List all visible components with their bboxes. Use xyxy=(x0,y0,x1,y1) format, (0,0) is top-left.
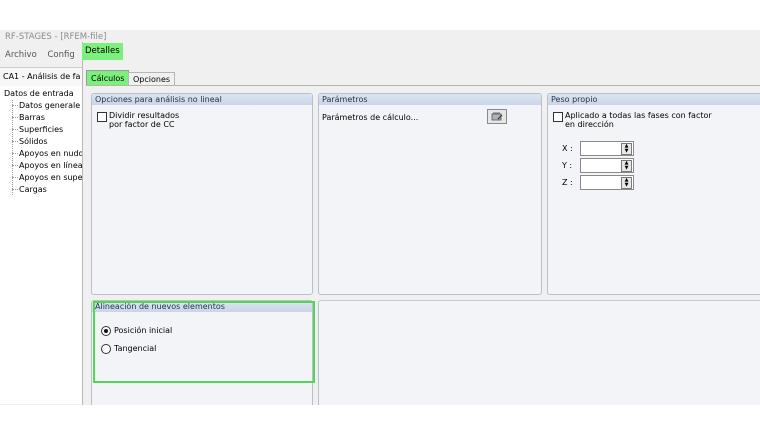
tab-opciones[interactable]: Opciones xyxy=(128,72,176,86)
menu-archivo[interactable]: Archivo xyxy=(5,50,37,60)
parameters-edit-button[interactable] xyxy=(487,109,507,124)
tree-item-surface-supports[interactable]: Apoyos en supe xyxy=(12,173,82,182)
y-spinner[interactable]: ▲ ▼ xyxy=(621,160,632,172)
nonlinear-header: Opciones para análisis no lineal xyxy=(92,94,312,105)
apply-all-stages-checkbox[interactable] xyxy=(553,112,563,122)
y-factor-input[interactable]: ▲ ▼ xyxy=(580,158,634,173)
app-title: RF-STAGES - [RFEM-file] xyxy=(5,32,107,42)
case-selector[interactable]: CA1 - Análisis de fa xyxy=(0,67,85,87)
divide-results-label[interactable]: Dividir resultados por factor de CC xyxy=(109,111,179,129)
y-label: Y : xyxy=(562,161,573,170)
z-label: Z : xyxy=(562,178,573,187)
highlight-frame xyxy=(93,301,315,383)
menu-config[interactable]: Config xyxy=(47,50,74,60)
self-weight-group: Peso propio Aplicado a todas las fases c… xyxy=(547,93,760,295)
tree-item-line-supports[interactable]: Apoyos en línea xyxy=(12,161,82,170)
self-weight-header: Peso propio xyxy=(548,94,760,105)
x-factor-input[interactable]: ▲ ▼ xyxy=(580,141,634,156)
tree-item-solids[interactable]: Sólidos xyxy=(12,137,48,146)
z-factor-input[interactable]: ▲ ▼ xyxy=(580,175,634,190)
tree-item-loads[interactable]: Cargas xyxy=(12,185,47,194)
tree-item-general[interactable]: Datos generale xyxy=(12,101,80,110)
x-spinner[interactable]: ▲ ▼ xyxy=(621,143,632,155)
tree-root[interactable]: Datos de entrada xyxy=(4,89,74,98)
parameters-group: Parámetros Parámetros de cálculo... xyxy=(318,93,542,295)
tab-calculos[interactable]: Cálculos xyxy=(86,70,130,86)
tree-item-members[interactable]: Barras xyxy=(12,113,45,122)
tree-item-nodal-supports[interactable]: Apoyos en nudo xyxy=(12,149,82,158)
divide-results-checkbox[interactable] xyxy=(97,112,107,122)
parameters-label: Parámetros de cálculo... xyxy=(322,113,419,122)
bottom-margin xyxy=(0,405,760,431)
parameters-header: Parámetros xyxy=(319,94,541,105)
tree-item-surfaces[interactable]: Superficies xyxy=(12,125,63,134)
apply-all-stages-label[interactable]: Aplicado a todas las fases con factor en… xyxy=(565,111,712,129)
empty-panel xyxy=(318,300,760,408)
nonlinear-group: Opciones para análisis no lineal Dividir… xyxy=(91,93,313,295)
edit-icon xyxy=(491,112,503,121)
menu-bar: Archivo Config xyxy=(5,50,83,60)
dialog-title: Detalles xyxy=(82,43,123,60)
z-spinner[interactable]: ▲ ▼ xyxy=(621,177,632,189)
x-label: X : xyxy=(562,144,573,153)
navigator-tree: Datos de entrada Datos generale Barras S… xyxy=(0,86,83,404)
tab-divider xyxy=(86,85,760,86)
